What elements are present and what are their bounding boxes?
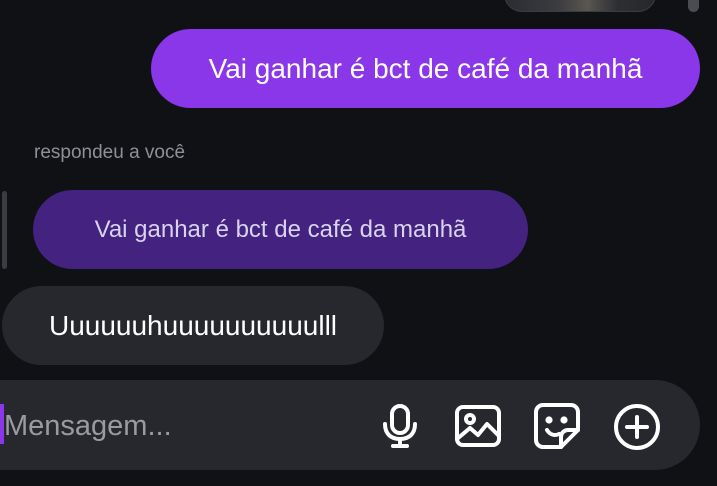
- shared-media-thumbnail[interactable]: [504, 0, 656, 12]
- message-input[interactable]: [4, 404, 354, 448]
- reply-indicator-bar: [2, 191, 7, 269]
- reply-context-label: respondeu a você: [34, 142, 186, 163]
- microphone-icon[interactable]: [381, 404, 419, 448]
- sticker-icon[interactable]: [533, 402, 581, 450]
- received-message-bubble[interactable]: Uuuuuuhuuuuuuuuuulll: [2, 286, 384, 365]
- sent-message-text: Vai ganhar é bct de café da manhã: [208, 53, 643, 84]
- plus-circle-icon[interactable]: [612, 402, 662, 452]
- received-message-text: Uuuuuuhuuuuuuuuuulll: [48, 310, 338, 341]
- sent-message-bubble[interactable]: Vai ganhar é bct de café da manhã: [151, 29, 700, 108]
- quoted-message-text: Vai ganhar é bct de café da manhã: [94, 216, 467, 243]
- scroll-indicator: [688, 0, 699, 12]
- image-icon[interactable]: [454, 404, 502, 448]
- quoted-message-bubble[interactable]: Vai ganhar é bct de café da manhã: [33, 190, 528, 269]
